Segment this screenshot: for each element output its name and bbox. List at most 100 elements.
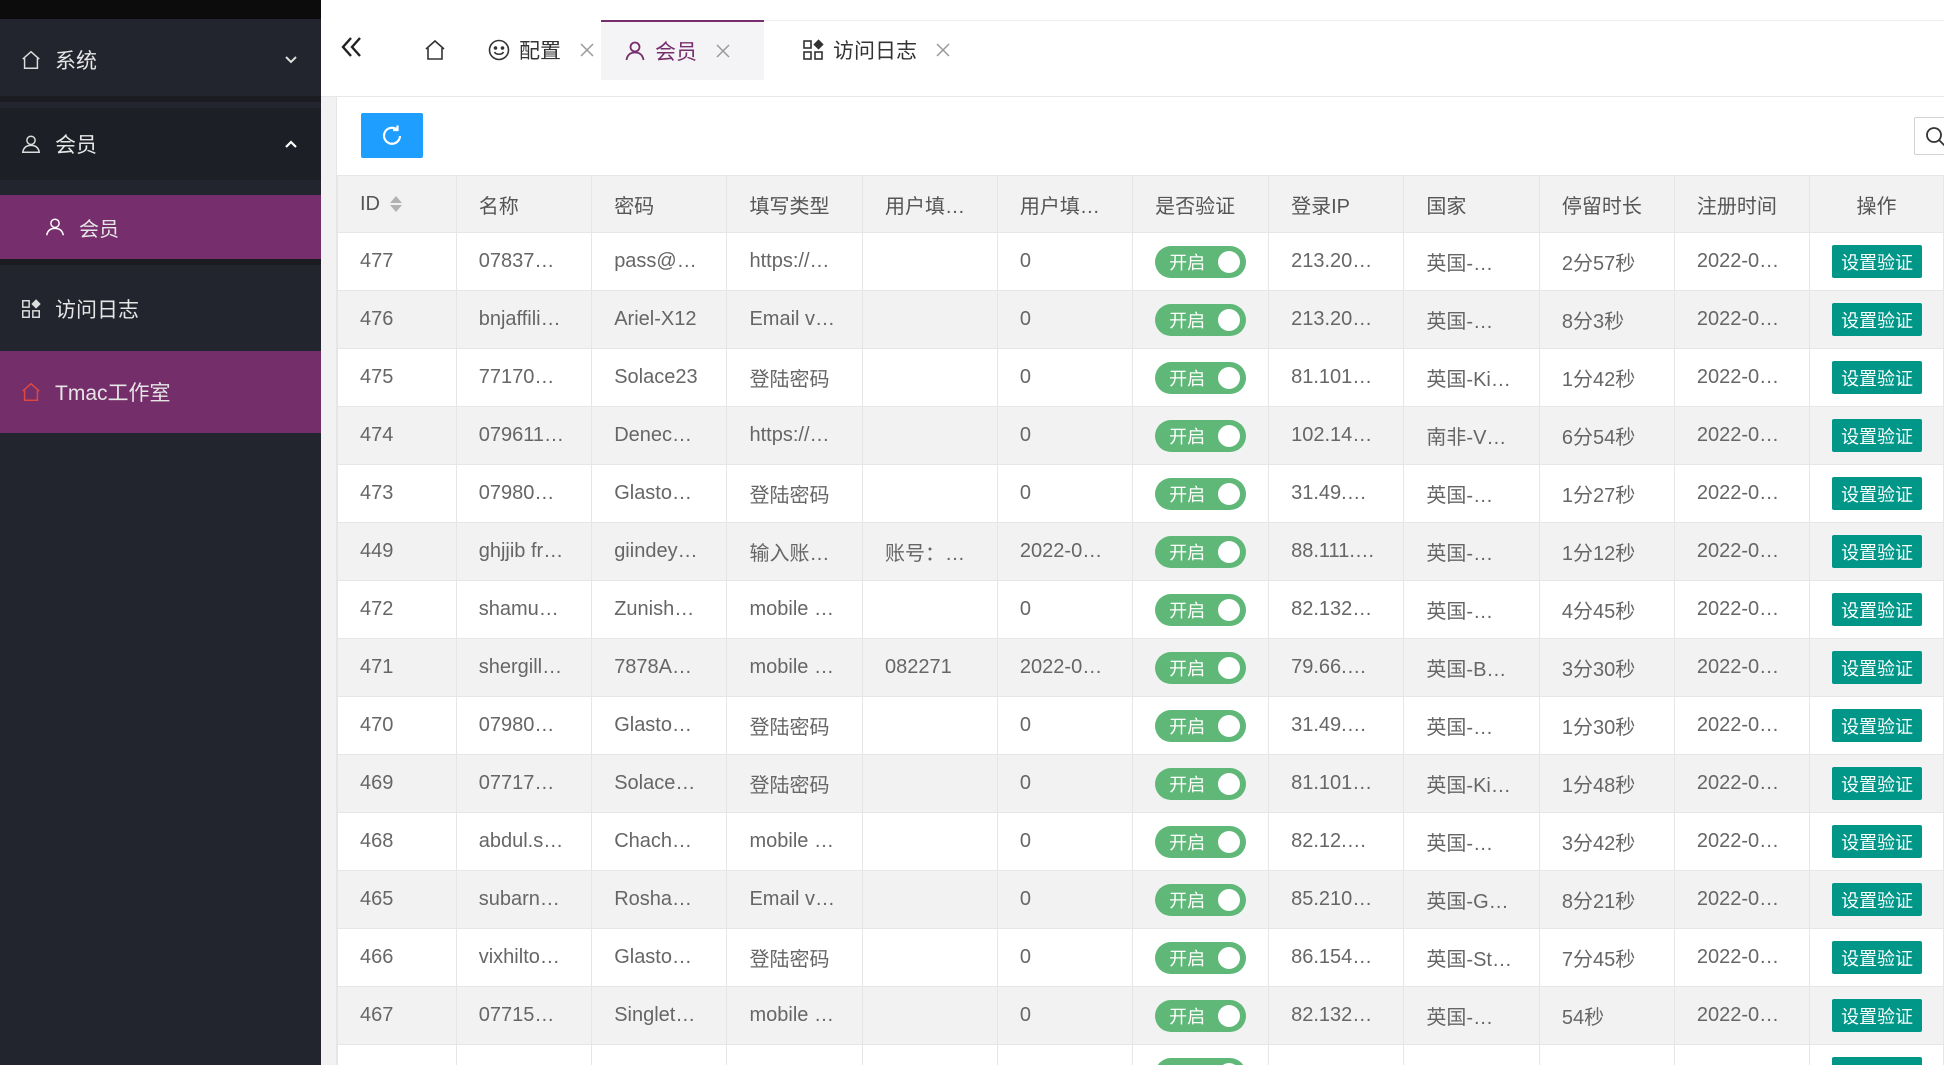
table-cell: Zunish… (591, 580, 728, 639)
home-icon (423, 38, 447, 62)
verify-switch[interactable]: 开启 (1155, 999, 1247, 1032)
verify-switch[interactable]: 开启 (1155, 651, 1247, 684)
verify-switch[interactable]: 开启 (1155, 709, 1247, 742)
table-cell: 81.101… (1268, 348, 1405, 407)
sidebar-item-system[interactable]: 系统 (0, 24, 321, 96)
table-cell: 2022-0… (1673, 464, 1811, 523)
table-cell: 英国-… (1403, 812, 1540, 871)
table-cell: 07715… (455, 986, 593, 1045)
sidebar-item-tmac-label: Tmac工作室 (55, 382, 171, 405)
close-icon[interactable] (579, 42, 595, 58)
sidebar-subitem-member[interactable]: 会员 (0, 195, 321, 259)
table-cell: 477 (337, 232, 457, 291)
table-cell: Solace… (591, 754, 728, 813)
switch-knob (1218, 250, 1241, 273)
table-cell: 6分54秒 (1538, 406, 1675, 465)
table-cell: 07717… (455, 754, 593, 813)
verify-switch[interactable]: 开启 (1155, 245, 1247, 278)
set-verify-button[interactable]: 设置验证 (1832, 709, 1923, 742)
set-verify-button[interactable]: 设置验证 (1832, 245, 1923, 278)
column-header: 是否验证 (1132, 175, 1270, 233)
table-cell: 1分27秒 (1538, 464, 1675, 523)
set-verify-button[interactable]: 设置验证 (1832, 303, 1923, 336)
table-row: 466 vixhilto… Glasto… 登陆密码 0 开启 86.154… 英国-St… 7… (337, 928, 1944, 987)
set-verify-button[interactable]: 设置验证 (1832, 941, 1923, 974)
verify-switch[interactable]: 开启 (1155, 1057, 1247, 1065)
table-cell: 0 (996, 812, 1134, 871)
set-verify-button[interactable]: 设置验证 (1832, 593, 1923, 626)
column-header: 密码 (591, 175, 728, 233)
verify-switch[interactable]: 开启 (1155, 593, 1247, 626)
set-verify-button[interactable]: 设置验证 (1832, 477, 1923, 510)
verify-switch-label: 开启 (1169, 252, 1206, 273)
table-row: 468 abdul.s… Chach… mobile … 0 开启 82.12.… 英国-… 3… (337, 812, 1944, 871)
table-cell (455, 1044, 593, 1065)
sidebar-divider (0, 259, 321, 265)
close-icon[interactable] (935, 42, 951, 58)
set-verify-button[interactable]: 设置验证 (1832, 883, 1923, 916)
set-verify-button[interactable]: 设置验证 (1832, 825, 1923, 858)
user-icon (623, 39, 647, 63)
table-cell: 86.154… (1268, 928, 1405, 987)
sidebar-subitem-member-label: 会员 (79, 218, 119, 241)
switch-knob (1218, 714, 1241, 737)
action-cell: 设置验证 (1809, 290, 1944, 349)
sidebar-item-tmac[interactable]: Tmac工作室 (0, 351, 321, 433)
verify-switch[interactable]: 开启 (1155, 767, 1247, 800)
refresh-button[interactable] (361, 113, 423, 158)
verify-switch[interactable]: 开启 (1155, 825, 1247, 858)
set-verify-button[interactable]: 设置验证 (1832, 535, 1923, 568)
set-verify-button[interactable]: 设置验证 (1832, 767, 1923, 800)
column-header-id[interactable]: ID (337, 175, 457, 233)
user-icon (20, 133, 42, 155)
table-cell: 470 (337, 696, 457, 755)
set-verify-button[interactable]: 设置验证 (1832, 1057, 1923, 1065)
set-verify-button[interactable]: 设置验证 (1832, 999, 1923, 1032)
close-icon[interactable] (715, 43, 731, 59)
table-cell: 88.111.… (1268, 522, 1405, 581)
search-button[interactable] (1914, 117, 1944, 155)
verify-switch[interactable]: 开启 (1155, 361, 1247, 394)
verify-switch-label: 开启 (1169, 774, 1206, 795)
tab-member[interactable]: 会员 (601, 20, 764, 80)
table-cell: 登陆密码 (726, 464, 863, 523)
set-verify-button[interactable]: 设置验证 (1832, 361, 1923, 394)
table-cell: 0 (996, 464, 1134, 523)
sidebar-item-member[interactable]: 会员 (0, 108, 321, 180)
verify-cell: 开启 (1132, 1044, 1270, 1065)
verify-switch[interactable]: 开启 (1155, 941, 1247, 974)
verify-switch[interactable]: 开启 (1155, 419, 1247, 452)
table-toolbar (337, 97, 1944, 175)
sort-icon[interactable] (390, 196, 402, 213)
table-cell: 登陆密码 (726, 928, 863, 987)
table-row: 467 07715… Singlet… mobile … 0 开启 82.132… 英国-… 5… (337, 986, 1944, 1045)
table-cell: 213.20… (1268, 232, 1405, 291)
verify-switch[interactable]: 开启 (1155, 535, 1247, 568)
set-verify-button[interactable]: 设置验证 (1832, 651, 1923, 684)
verify-switch[interactable]: 开启 (1155, 303, 1247, 336)
search-icon (1926, 127, 1944, 147)
column-header: 用户填… (996, 175, 1134, 233)
table-cell: 2022-0… (1673, 638, 1811, 697)
set-verify-button[interactable]: 设置验证 (1832, 419, 1923, 452)
table-cell: 英国-B… (1403, 638, 1540, 697)
table-cell: ghjjib fr… (455, 522, 593, 581)
sidebar-item-visit-log[interactable]: 访问日志 (0, 273, 321, 345)
verify-switch[interactable]: 开启 (1155, 883, 1247, 916)
table-cell: 54秒 (1538, 986, 1675, 1045)
table-cell: bnjaffili… (455, 290, 593, 349)
table-cell: 471 (337, 638, 457, 697)
verify-cell: 开启 (1132, 580, 1270, 639)
table-row: 472 shamu… Zunish… mobile … 0 开启 82.132… 英国-… 4分… (337, 580, 1944, 639)
switch-knob (1218, 308, 1241, 331)
tab-bar: 配置 会员 访问日志 (321, 0, 1944, 80)
tab-visit-log[interactable]: 访问日志 (781, 20, 981, 80)
tab-home[interactable] (401, 20, 469, 80)
double-chevron-left-icon[interactable] (339, 34, 365, 60)
chevron-down-icon (285, 56, 297, 64)
table-cell: 2022-0… (1673, 580, 1811, 639)
verify-switch[interactable]: 开启 (1155, 477, 1247, 510)
table-cell: Solace23 (591, 348, 728, 407)
table-cell (861, 580, 998, 639)
tab-config-label: 配置 (519, 40, 561, 63)
